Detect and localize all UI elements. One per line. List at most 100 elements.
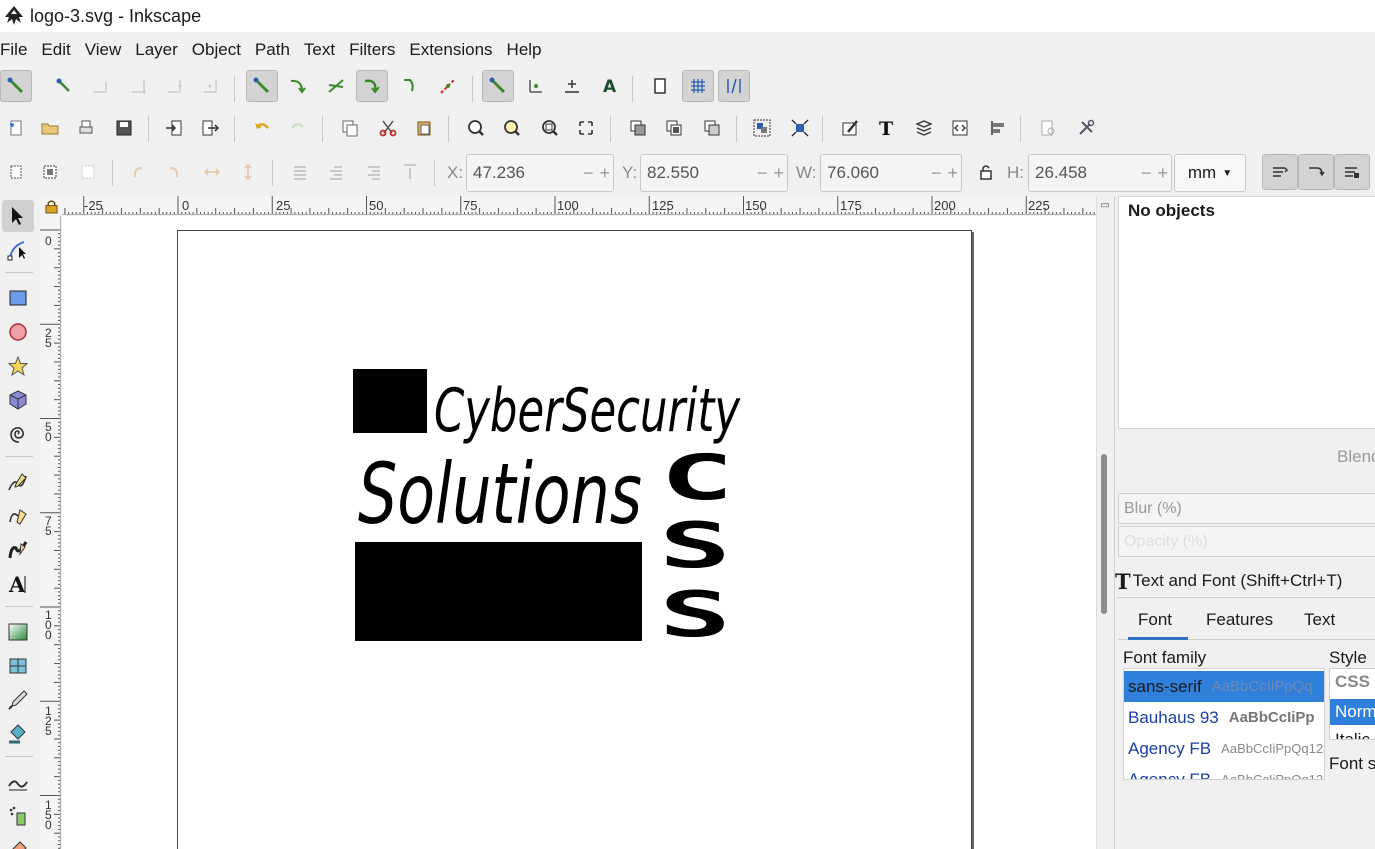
print-icon[interactable] [70,112,102,144]
menu-help[interactable]: Help [507,40,542,60]
x-minus-button[interactable]: − [583,163,594,184]
font-family-item[interactable]: sans-serif AaBbCcIiPpQq [1124,671,1324,702]
h-stepper[interactable]: − + [1138,154,1172,192]
scale-radius-icon[interactable] [1298,154,1334,190]
tab-features[interactable]: Features [1206,610,1273,630]
lower-to-bottom-icon[interactable] [284,156,316,188]
zoom-page-icon[interactable] [534,112,566,144]
menu-filters[interactable]: Filters [349,40,395,60]
menu-object[interactable]: Object [192,40,241,60]
guide-lock-icon[interactable] [40,196,62,216]
zoom-page-width-icon[interactable] [570,112,602,144]
w-stepper[interactable]: − + [928,154,962,192]
paste-icon[interactable] [408,112,440,144]
w-minus-button[interactable]: − [931,163,942,184]
raise-icon[interactable] [358,156,390,188]
import-icon[interactable] [158,112,190,144]
snap-enable-icon[interactable] [0,70,32,102]
selector-tool-icon[interactable] [2,200,34,232]
snap-bbox-edge-icon[interactable] [84,70,116,102]
clone-icon[interactable] [658,112,690,144]
mesh-tool-icon[interactable] [2,650,34,682]
h-plus-button[interactable]: + [1157,163,1168,184]
x-plus-button[interactable]: + [599,163,610,184]
opacity-field[interactable]: Opacity (%) [1118,526,1375,557]
snap-page-border-icon[interactable] [644,70,676,102]
scale-gradient-icon[interactable] [1334,154,1370,190]
style-item[interactable]: Italic [1330,727,1375,739]
snap-bbox-center-icon[interactable] [194,70,226,102]
logo-square[interactable] [353,369,427,433]
layers-icon[interactable] [908,112,940,144]
logo-letter-s2[interactable]: S [659,578,731,651]
y-minus-button[interactable]: − [757,163,768,184]
snap-others-icon[interactable] [482,70,514,102]
cut-icon[interactable] [372,112,404,144]
dropper-tool-icon[interactable] [2,684,34,716]
vertical-ruler[interactable]: 0 2 5 5 0 7 5 1 0 0 1 2 5 1 5 0 [40,216,61,849]
logo-letter-c[interactable]: C [660,441,734,514]
flip-horizontal-icon[interactable] [196,156,228,188]
font-family-item[interactable]: Agency FB AaBbCcIiPpQq123 [1124,764,1324,780]
snap-grid-icon[interactable] [682,70,714,102]
y-field[interactable]: 82.550 [640,154,756,192]
font-style-list[interactable]: CSS Normal Italic [1329,668,1375,740]
y-plus-button[interactable]: + [773,163,784,184]
x-field[interactable]: 47.236 [466,154,582,192]
calligraphy-tool-icon[interactable] [2,534,34,566]
node-tool-icon[interactable] [2,234,34,266]
save-icon[interactable] [108,112,140,144]
text-font-icon[interactable]: T [870,112,902,144]
select-all-icon[interactable] [0,156,32,188]
snap-intersection-icon[interactable] [320,70,352,102]
h-minus-button[interactable]: − [1141,163,1152,184]
fill-stroke-icon[interactable] [834,112,866,144]
w-plus-button[interactable]: + [947,163,958,184]
document-properties-icon[interactable] [1032,112,1064,144]
duplicate-icon[interactable] [622,112,654,144]
snap-bbox-icon[interactable] [48,70,80,102]
ellipse-tool-icon[interactable] [2,316,34,348]
text-tool-icon[interactable]: A [2,568,34,600]
document-page[interactable]: CyberSecurity Solutions C S S [177,230,972,849]
lower-icon[interactable] [320,156,352,188]
logo-text-cybersecurity[interactable]: CyberSecurity [434,376,741,446]
unit-select[interactable]: mm ▼ [1174,154,1246,192]
xml-editor-icon[interactable] [944,112,976,144]
ungroup-icon[interactable] [784,112,816,144]
snap-nodes-icon[interactable] [246,70,278,102]
font-family-list[interactable]: sans-serif AaBbCcIiPpQq Bauhaus 93 AaBbC… [1123,668,1325,780]
rectangle-tool-icon[interactable] [2,282,34,314]
undo-icon[interactable] [246,112,278,144]
rotate-ccw-icon[interactable] [122,156,154,188]
tab-text[interactable]: Text [1304,610,1335,630]
menu-layer[interactable]: Layer [135,40,178,60]
x-stepper[interactable]: − + [580,154,614,192]
menu-file[interactable]: File [0,40,27,60]
select-all-layers-icon[interactable] [34,156,66,188]
menu-text[interactable]: Text [304,40,335,60]
font-family-item[interactable]: Bauhaus 93 AaBbCcIiPp [1124,702,1324,733]
new-document-icon[interactable] [0,112,32,144]
snap-rotation-center-icon[interactable] [556,70,588,102]
snap-line-midpoint-icon[interactable] [432,70,464,102]
snap-text-baseline-icon[interactable]: A [594,70,626,102]
group-icon[interactable] [746,112,778,144]
zoom-selection-icon[interactable] [460,112,492,144]
spray-tool-icon[interactable] [2,800,34,832]
preferences-icon[interactable] [1070,112,1102,144]
align-distribute-icon[interactable] [982,112,1014,144]
3d-box-tool-icon[interactable] [2,384,34,416]
objects-list[interactable]: No objects [1118,196,1375,429]
tab-font[interactable]: Font [1138,610,1172,630]
zoom-drawing-icon[interactable] [496,112,528,144]
logo-rectangle[interactable] [355,542,642,641]
w-field[interactable]: 76.060 [820,154,930,192]
text-font-dialog-title[interactable]: T Text and Font (Shift+Ctrl+T) [1115,568,1342,594]
export-icon[interactable] [194,112,226,144]
y-stepper[interactable]: − + [754,154,788,192]
snap-guide-icon[interactable] [718,70,750,102]
menu-extensions[interactable]: Extensions [409,40,492,60]
snap-smooth-node-icon[interactable] [394,70,426,102]
pen-tool-icon[interactable] [2,500,34,532]
